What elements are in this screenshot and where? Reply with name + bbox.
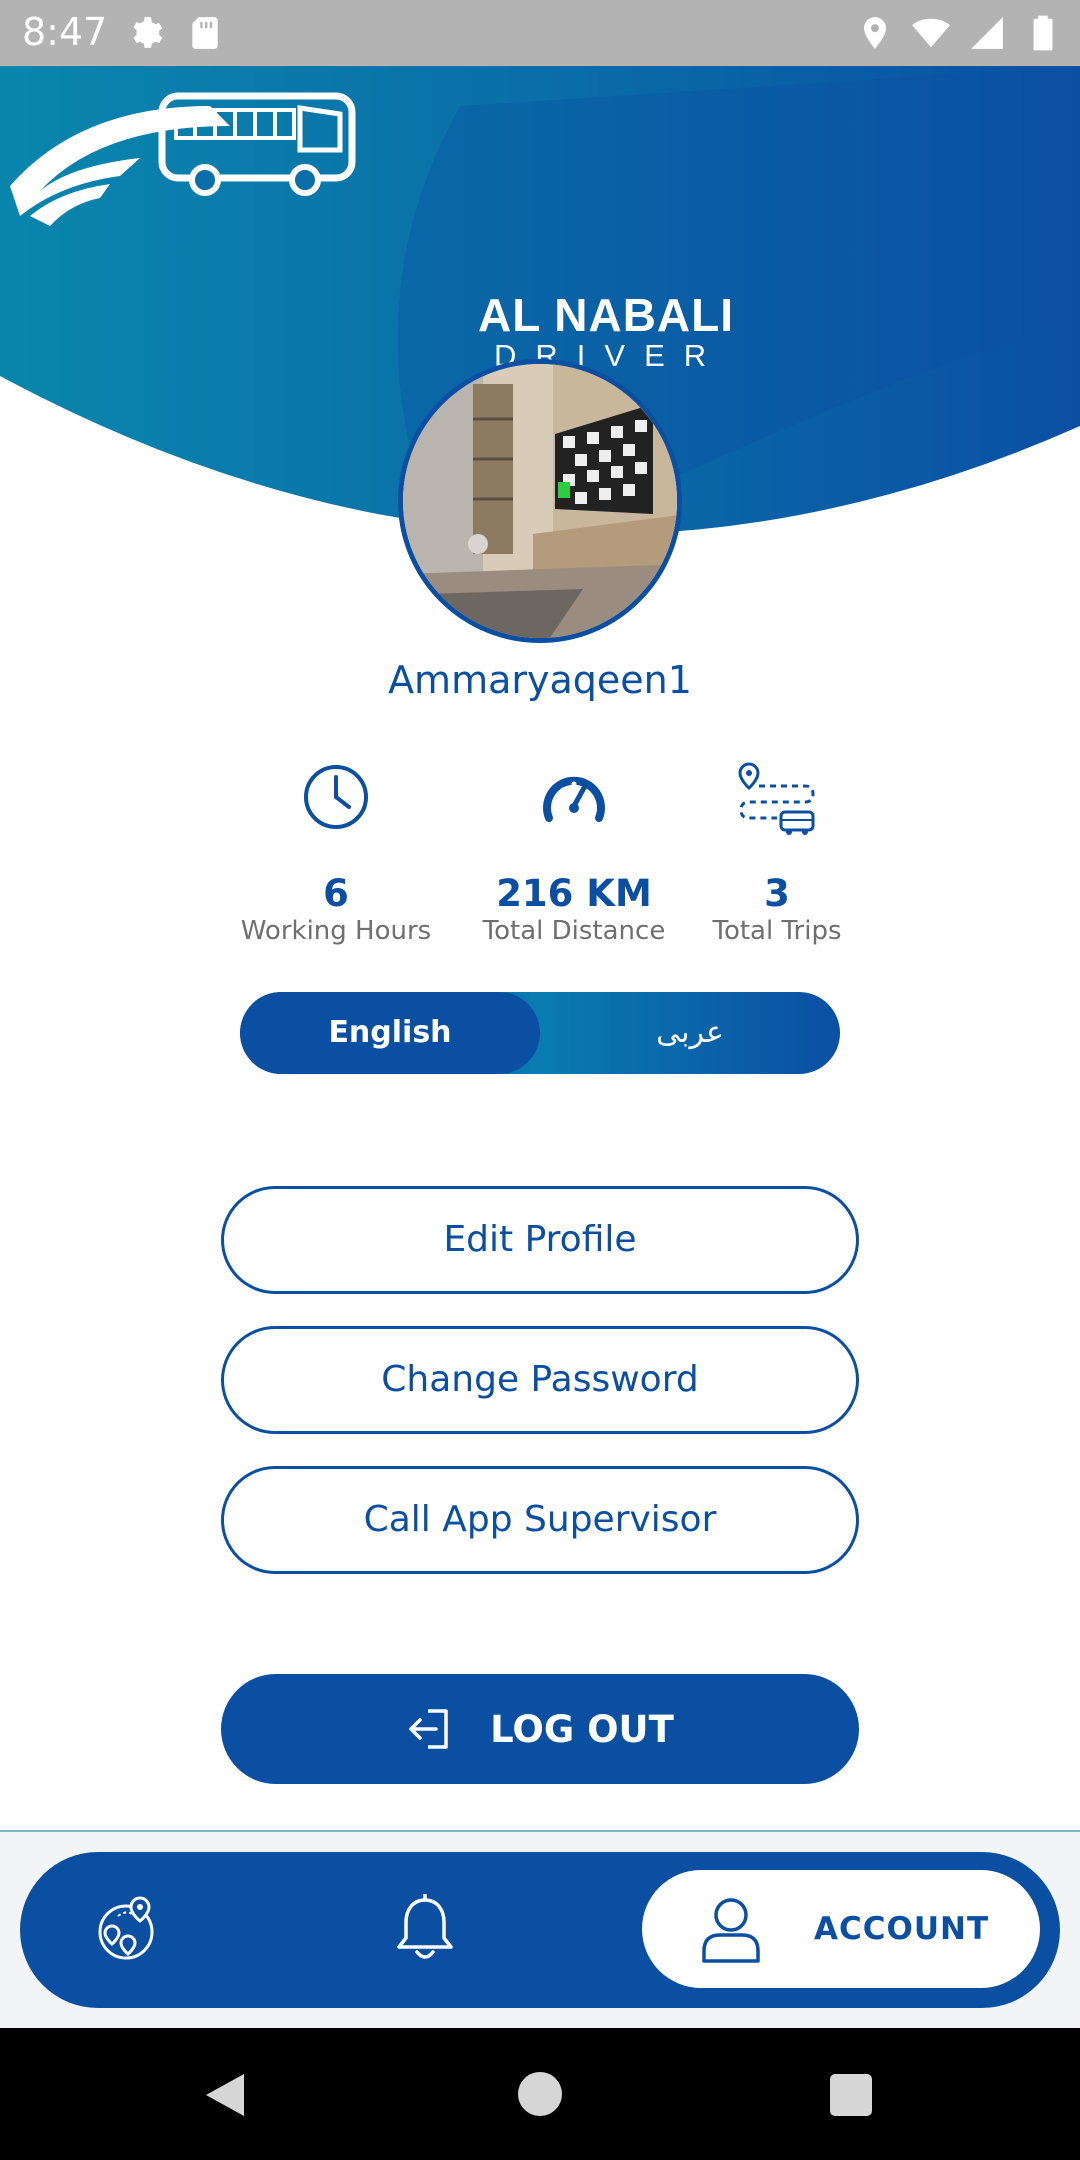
stat-label: Total Trips <box>712 916 842 946</box>
clock-icon <box>304 765 368 829</box>
call-supervisor-button[interactable]: Call App Supervisor <box>221 1466 859 1574</box>
settings-icon <box>133 17 163 48</box>
location-icon <box>863 17 887 49</box>
stat-value: 216 KM <box>496 872 652 915</box>
stat-value: 3 <box>764 872 790 915</box>
speedometer-icon <box>543 776 605 822</box>
stat-working-hours: 6 Working Hours <box>221 762 451 946</box>
back-icon[interactable] <box>204 2072 246 2118</box>
map-pins-icon[interactable] <box>96 1896 158 1962</box>
logout-label: LOG OUT <box>490 1707 674 1751</box>
system-navigation-bar <box>0 2028 1080 2160</box>
stat-value: 6 <box>323 872 349 915</box>
brand-name: AL NABALI <box>478 289 735 341</box>
logout-button[interactable]: LOG OUT <box>221 1674 859 1784</box>
bell-icon[interactable] <box>394 1894 456 1964</box>
sd-card-icon <box>192 17 218 49</box>
account-tab[interactable]: ACCOUNT <box>642 1870 1040 1988</box>
stat-label: Total Distance <box>482 916 666 946</box>
status-bar: 8:47 <box>0 0 1080 66</box>
logout-icon <box>409 1709 448 1749</box>
stat-label: Working Hours <box>240 916 432 946</box>
account-tab-label: ACCOUNT <box>814 1911 990 1947</box>
status-time: 8:47 <box>22 10 108 54</box>
route-bus-icon <box>738 762 815 835</box>
user-icon <box>702 1898 760 1963</box>
bottom-navigation: ACCOUNT <box>20 1852 1060 2008</box>
home-icon[interactable] <box>518 2072 562 2116</box>
avatar-image <box>403 364 677 638</box>
language-toggle[interactable]: English عربى <box>240 992 840 1074</box>
wifi-icon <box>912 18 950 48</box>
change-password-button[interactable]: Change Password <box>221 1326 859 1434</box>
edit-profile-button[interactable]: Edit Profile <box>221 1186 859 1294</box>
signal-icon <box>971 17 1003 49</box>
stat-total-distance: 216 KM Total Distance <box>459 762 689 946</box>
recent-apps-icon[interactable] <box>830 2074 872 2116</box>
language-english-option[interactable]: English <box>240 992 540 1074</box>
language-arabic-option[interactable]: عربى <box>540 992 840 1074</box>
username: Ammaryaqeen1 <box>388 658 692 702</box>
bus-logo-icon <box>10 92 356 226</box>
stat-total-trips: 3 Total Trips <box>662 762 892 946</box>
avatar[interactable] <box>398 359 682 643</box>
battery-icon <box>1033 15 1053 51</box>
